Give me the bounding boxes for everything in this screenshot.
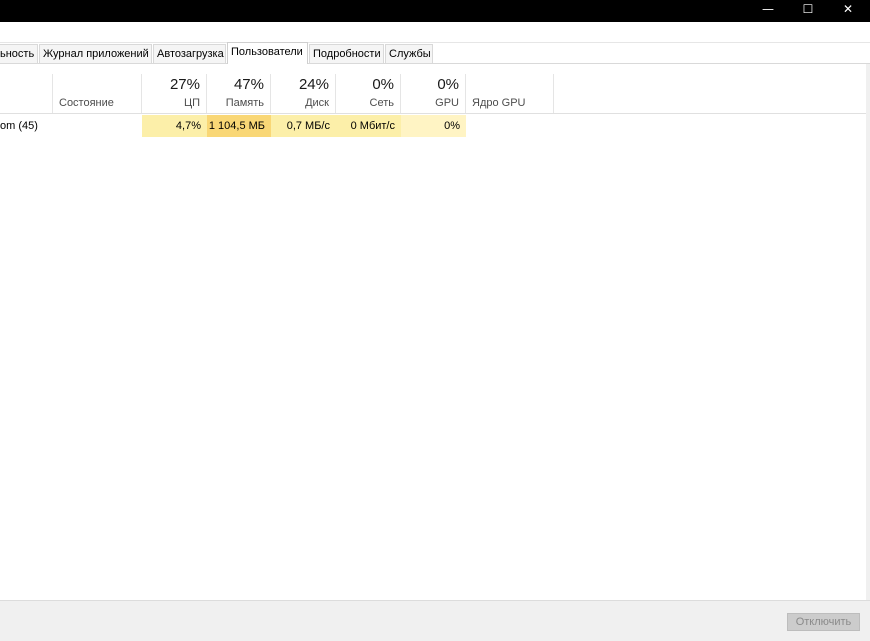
tab-startup[interactable]: Автозагрузка (153, 44, 226, 63)
column-label: GPU (435, 97, 459, 109)
column-label: Память (225, 97, 264, 109)
column-header: Состояние 27% ЦП 47% Память 24% Диск 0% … (0, 74, 866, 114)
cpu-value: 4,7% (142, 115, 207, 137)
column-header-gpu[interactable]: 0% GPU (401, 74, 466, 113)
column-percent: 47% (233, 76, 264, 93)
tab-details[interactable]: Подробности (309, 44, 384, 63)
column-header-memory[interactable]: 47% Память (207, 74, 271, 113)
user-name: om (45) (0, 120, 38, 132)
title-bar: — ☐ ✕ (0, 0, 870, 22)
column-header-gpu-engine[interactable]: Ядро GPU (466, 74, 554, 113)
table-row[interactable]: om (45) 4,7% 1 104,5 МБ 0,7 МБ/с 0 Мбит/… (0, 115, 866, 137)
close-icon[interactable]: ✕ (826, 0, 870, 20)
memory-value: 1 104,5 МБ (207, 115, 271, 137)
tab-performance[interactable]: ьность (0, 44, 38, 63)
column-header-disk[interactable]: 24% Диск (271, 74, 336, 113)
disk-value: 0,7 МБ/с (271, 115, 336, 137)
column-header-network[interactable]: 0% Сеть (336, 74, 401, 113)
gpu-value: 0% (401, 115, 466, 137)
column-label: Сеть (369, 97, 394, 109)
column-percent: 0% (437, 76, 459, 93)
column-header-cpu[interactable]: 27% ЦП (142, 74, 207, 113)
network-value: 0 Мбит/с (336, 115, 401, 137)
tab-users[interactable]: Пользователи (227, 42, 308, 64)
column-header-status[interactable]: Состояние (53, 74, 142, 113)
footer-bar: Отключить (0, 600, 870, 641)
column-percent: 0% (372, 76, 394, 93)
tab-app-history[interactable]: Журнал приложений (39, 44, 152, 63)
column-label: Диск (305, 97, 329, 109)
tab-services[interactable]: Службы (385, 44, 433, 63)
menu-area (0, 22, 870, 43)
tab-strip: ьность Журнал приложений Автозагрузка По… (0, 42, 870, 64)
column-label: ЦП (183, 97, 200, 109)
minimize-icon[interactable]: — (746, 0, 790, 20)
column-header-user[interactable] (0, 74, 53, 113)
column-label: Ядро GPU (472, 97, 526, 109)
maximize-icon[interactable]: ☐ (786, 0, 830, 20)
column-label: Состояние (59, 97, 114, 109)
disconnect-button[interactable]: Отключить (787, 613, 860, 631)
column-percent: 24% (298, 76, 329, 93)
vertical-scrollbar[interactable] (866, 64, 870, 600)
column-percent: 27% (169, 76, 200, 93)
